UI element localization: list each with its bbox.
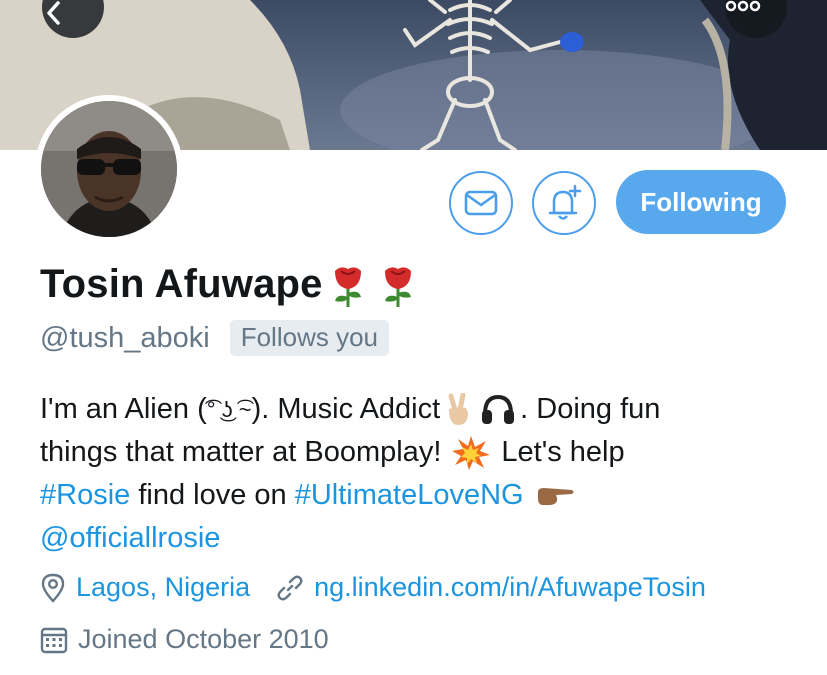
profile-avatar[interactable]	[35, 95, 183, 243]
joined-date: Joined October 2010	[78, 624, 329, 654]
location-pin-icon	[41, 573, 65, 603]
lenny-face: ͡° ͜ʖ ͡~	[206, 397, 252, 422]
website-item: ng.linkedin.com/in/AfuwapeTosin	[276, 572, 706, 603]
envelope-icon	[464, 190, 498, 216]
victory-hand-emoji	[448, 392, 469, 425]
hashtag-link[interactable]: #Rosie	[40, 474, 130, 517]
link-icon	[277, 575, 303, 600]
bio-line: things that matter at Boomplay! Let's he…	[40, 431, 800, 474]
profile-bio: I'm an Alien (͡° ͜ʖ ͡~). Music Addict . …	[40, 388, 800, 560]
bio-text: Let's help	[501, 436, 625, 468]
joined-item: Joined October 2010	[40, 624, 329, 655]
location-link[interactable]: Lagos, Nigeria	[76, 572, 250, 603]
bio-text: I'm an Alien (	[40, 393, 207, 425]
pointing-right-emoji	[537, 487, 574, 505]
following-button[interactable]: Following	[616, 170, 786, 234]
profile-meta: Lagos, Nigeria ng.linkedin.com/in/Afuwap…	[40, 572, 706, 603]
collision-emoji	[452, 435, 491, 470]
message-button[interactable]	[449, 171, 513, 235]
more-dots-icon	[725, 0, 761, 12]
profile-name: Tosin Afuwape	[40, 262, 323, 306]
avatar-image	[41, 101, 177, 237]
hashtag-link[interactable]: #UltimateLoveNG	[295, 474, 524, 517]
bio-text: . Doing fun	[520, 393, 661, 425]
website-link[interactable]: ng.linkedin.com/in/AfuwapeTosin	[314, 572, 706, 603]
rose-emoji	[384, 266, 411, 307]
profile-name-row: Tosin Afuwape	[40, 262, 417, 307]
chevron-left-icon	[47, 1, 60, 25]
bio-line: I'm an Alien (͡° ͜ʖ ͡~). Music Addict . …	[40, 388, 800, 431]
bio-text: things that matter at Boomplay!	[40, 436, 442, 468]
bio-text: find love on	[138, 479, 287, 511]
calendar-icon	[40, 627, 68, 653]
bio-line: @officiallrosie	[40, 517, 800, 560]
profile-handle: @tush_aboki	[40, 321, 210, 354]
notifications-button[interactable]	[532, 171, 596, 235]
bell-plus-icon	[548, 184, 582, 220]
location-item: Lagos, Nigeria	[40, 572, 250, 603]
bio-line: #Rosie find love on #UltimateLoveNG	[40, 474, 800, 517]
mention-link[interactable]: @officiallrosie	[40, 517, 220, 560]
follows-you-badge: Follows you	[229, 320, 389, 356]
handle-row: @tush_aboki Follows you	[40, 320, 389, 356]
rose-emoji	[334, 266, 361, 307]
headphones-emoji	[482, 394, 515, 424]
bio-text: ). Music Addict	[251, 393, 441, 425]
